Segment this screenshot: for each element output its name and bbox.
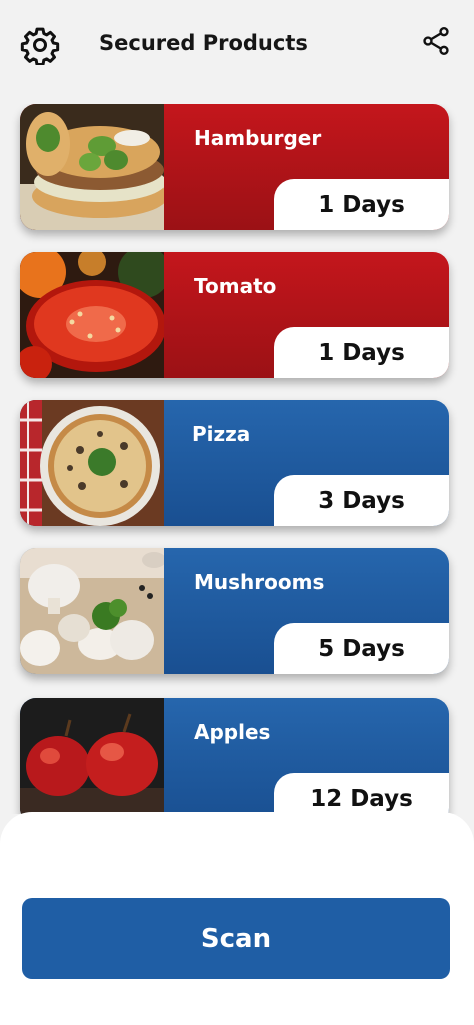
- days-remaining-badge: 1 Days: [274, 327, 449, 378]
- hamburger-image: [20, 104, 164, 230]
- apples-image: [20, 698, 164, 814]
- days-remaining-badge: 12 Days: [274, 773, 449, 814]
- product-card[interactable]: Hamburger 1 Days: [20, 104, 449, 230]
- product-name: Hamburger: [194, 126, 322, 150]
- product-card[interactable]: Apples 12 Days: [20, 698, 449, 814]
- scan-button[interactable]: Scan: [22, 898, 450, 979]
- days-remaining-badge: 1 Days: [274, 179, 449, 230]
- tomato-image: [20, 252, 164, 378]
- pizza-image: [20, 400, 164, 526]
- days-remaining-badge: 3 Days: [274, 475, 449, 526]
- share-icon: [423, 27, 449, 55]
- product-list[interactable]: Hamburger 1 Days Tomato 1 Days Pizza 3 D…: [0, 104, 474, 814]
- product-card[interactable]: Pizza 3 Days: [20, 400, 449, 526]
- share-button[interactable]: [414, 19, 458, 63]
- days-remaining-badge: 5 Days: [274, 623, 449, 674]
- app-header: Secured Products: [0, 0, 474, 92]
- bottom-sheet: Scan: [0, 812, 474, 1025]
- settings-button[interactable]: [18, 23, 62, 67]
- product-name: Pizza: [192, 422, 251, 446]
- product-card[interactable]: Mushrooms 5 Days: [20, 548, 449, 674]
- page-title: Secured Products: [99, 31, 308, 55]
- product-name: Apples: [194, 720, 271, 744]
- product-name: Mushrooms: [194, 570, 325, 594]
- product-name: Tomato: [194, 274, 277, 298]
- product-card[interactable]: Tomato 1 Days: [20, 252, 449, 378]
- mushrooms-image: [20, 548, 164, 674]
- gear-icon: [20, 27, 60, 65]
